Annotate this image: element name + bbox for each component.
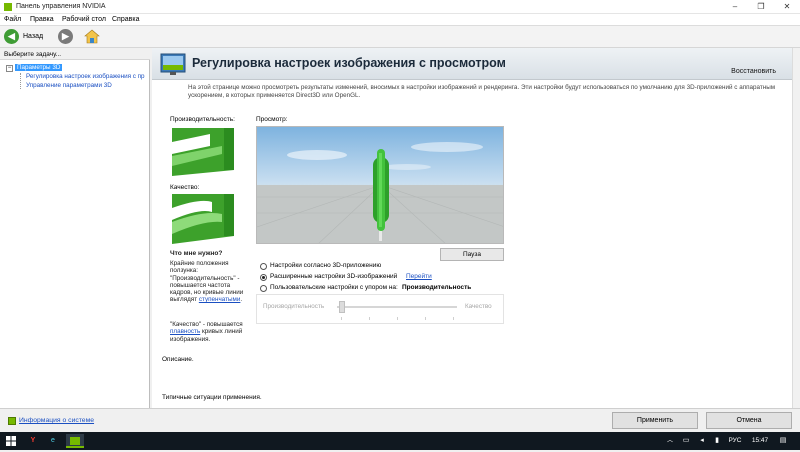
help-text-performance: Крайние положения ползунка: "Производите… bbox=[170, 260, 244, 304]
volume-icon[interactable]: ◂ bbox=[696, 434, 708, 448]
slider-left-label: Производительность bbox=[263, 303, 325, 310]
page-title: Регулировка настроек изображения с просм… bbox=[192, 56, 506, 70]
window-title: Панель управления NVIDIA bbox=[16, 3, 106, 10]
help-text-quality: "Качество" - повышается плавность кривых… bbox=[170, 321, 244, 343]
back-arrow-icon: ◀ bbox=[4, 29, 19, 44]
maximize-button[interactable]: ❐ bbox=[748, 0, 774, 14]
apply-button[interactable]: Применить bbox=[612, 412, 698, 429]
menu-help[interactable]: Справка bbox=[112, 16, 139, 23]
menu-edit[interactable]: Правка bbox=[30, 16, 54, 23]
home-icon[interactable] bbox=[84, 29, 100, 44]
slider-right-label: Качество bbox=[465, 303, 492, 310]
system-info-icon bbox=[8, 417, 16, 425]
quality-slider-group: Производительность Качество bbox=[256, 294, 504, 324]
close-button[interactable]: ✕ bbox=[774, 0, 800, 14]
menu-file[interactable]: Файл bbox=[4, 16, 21, 23]
quality-thumbnail bbox=[170, 192, 234, 248]
back-label: Назад bbox=[23, 33, 44, 40]
nvidia-taskbar-icon[interactable] bbox=[66, 434, 84, 448]
tree-collapse-icon[interactable]: − bbox=[6, 65, 13, 72]
network-icon[interactable]: ▭ bbox=[680, 434, 692, 448]
vertical-scrollbar[interactable] bbox=[792, 48, 800, 408]
task-panel: Выберите задачу... − Параметры 3D Регули… bbox=[0, 48, 150, 408]
emphasis-value: Производительность bbox=[402, 284, 472, 291]
content-panel: Регулировка настроек изображения с просм… bbox=[152, 48, 800, 408]
toolbar: ◀ Назад ▶ bbox=[0, 26, 800, 48]
help-title: Что мне нужно? bbox=[170, 250, 223, 257]
windows-taskbar: Y e ︿ ▭ ◂ ▮ РУС 15:47 ▤ bbox=[0, 432, 800, 450]
cancel-button[interactable]: Отмена bbox=[706, 412, 792, 429]
slider-tick bbox=[425, 317, 426, 320]
jagged-link[interactable]: ступенчатыми bbox=[199, 296, 241, 303]
tree-item-manage-3d-settings[interactable]: Управление параметрами 3D bbox=[26, 82, 112, 89]
tray-chevron-icon[interactable]: ︿ bbox=[664, 434, 676, 448]
help-text-2: "Качество" - повышается bbox=[170, 321, 243, 328]
menu-desktop[interactable]: Рабочий стол bbox=[62, 16, 106, 23]
slider-tick bbox=[453, 317, 454, 320]
slider-thumb[interactable] bbox=[339, 301, 345, 313]
forward-arrow-icon[interactable]: ▶ bbox=[58, 29, 73, 44]
system-info-link[interactable]: Информация о системе bbox=[19, 417, 94, 424]
option-custom-emphasis-label: Пользовательские настройки с упором на: bbox=[270, 284, 398, 291]
slider-tick bbox=[397, 317, 398, 320]
description-section-label: Описание. bbox=[162, 356, 194, 363]
battery-icon[interactable]: ▮ bbox=[712, 434, 722, 448]
page-description: На этой странице можно просмотреть резул… bbox=[188, 84, 776, 99]
menu-bar: Файл Правка Рабочий стол Справка bbox=[0, 14, 800, 26]
yandex-browser-icon[interactable]: Y bbox=[24, 434, 42, 448]
page-header: Регулировка настроек изображения с просм… bbox=[152, 48, 792, 80]
tree-item-adjust-image-settings[interactable]: Регулировка настроек изображения с пр bbox=[26, 73, 148, 80]
page-logo-icon bbox=[160, 51, 186, 77]
slider-tick bbox=[341, 317, 342, 320]
slider-track bbox=[337, 306, 457, 308]
tree-item-3d-settings[interactable]: Параметры 3D bbox=[15, 64, 63, 71]
language-indicator[interactable]: РУС bbox=[726, 434, 744, 448]
title-bar: Панель управления NVIDIA – ❐ ✕ bbox=[0, 0, 800, 14]
smoothness-link[interactable]: плавность bbox=[170, 328, 200, 335]
bottom-bar: Информация о системе Применить Отмена bbox=[0, 408, 800, 432]
performance-thumbnail bbox=[170, 124, 234, 180]
preview-viewport bbox=[256, 126, 504, 244]
clock[interactable]: 15:47 bbox=[748, 434, 772, 448]
pause-button[interactable]: Пауза bbox=[440, 248, 504, 261]
edge-icon[interactable]: e bbox=[44, 434, 62, 448]
radio-advanced-3d[interactable] bbox=[260, 274, 267, 281]
typical-usage-label: Типичные ситуации применения. bbox=[162, 394, 262, 401]
minimize-button[interactable]: – bbox=[722, 0, 748, 14]
option-advanced-3d-label: Расширенные настройки 3D-изображений bbox=[270, 273, 398, 280]
quality-label: Качество: bbox=[170, 184, 200, 191]
restore-defaults-link[interactable]: Восстановить bbox=[731, 68, 776, 75]
preview-label: Просмотр: bbox=[256, 116, 288, 123]
slider-tick bbox=[369, 317, 370, 320]
notifications-icon[interactable]: ▤ bbox=[776, 434, 790, 448]
performance-label: Производительность: bbox=[170, 116, 235, 123]
nvidia-app-icon bbox=[4, 3, 12, 11]
radio-custom-emphasis[interactable] bbox=[260, 285, 267, 292]
task-panel-header: Выберите задачу... bbox=[0, 48, 150, 60]
radio-app-controlled[interactable] bbox=[260, 263, 267, 270]
go-advanced-link[interactable]: Перейти bbox=[406, 273, 432, 280]
tree-line bbox=[20, 73, 21, 89]
start-icon[interactable] bbox=[2, 434, 20, 448]
option-app-controlled-label: Настройки согласно 3D-приложению bbox=[270, 262, 382, 269]
back-button[interactable]: ◀ Назад bbox=[4, 29, 48, 44]
